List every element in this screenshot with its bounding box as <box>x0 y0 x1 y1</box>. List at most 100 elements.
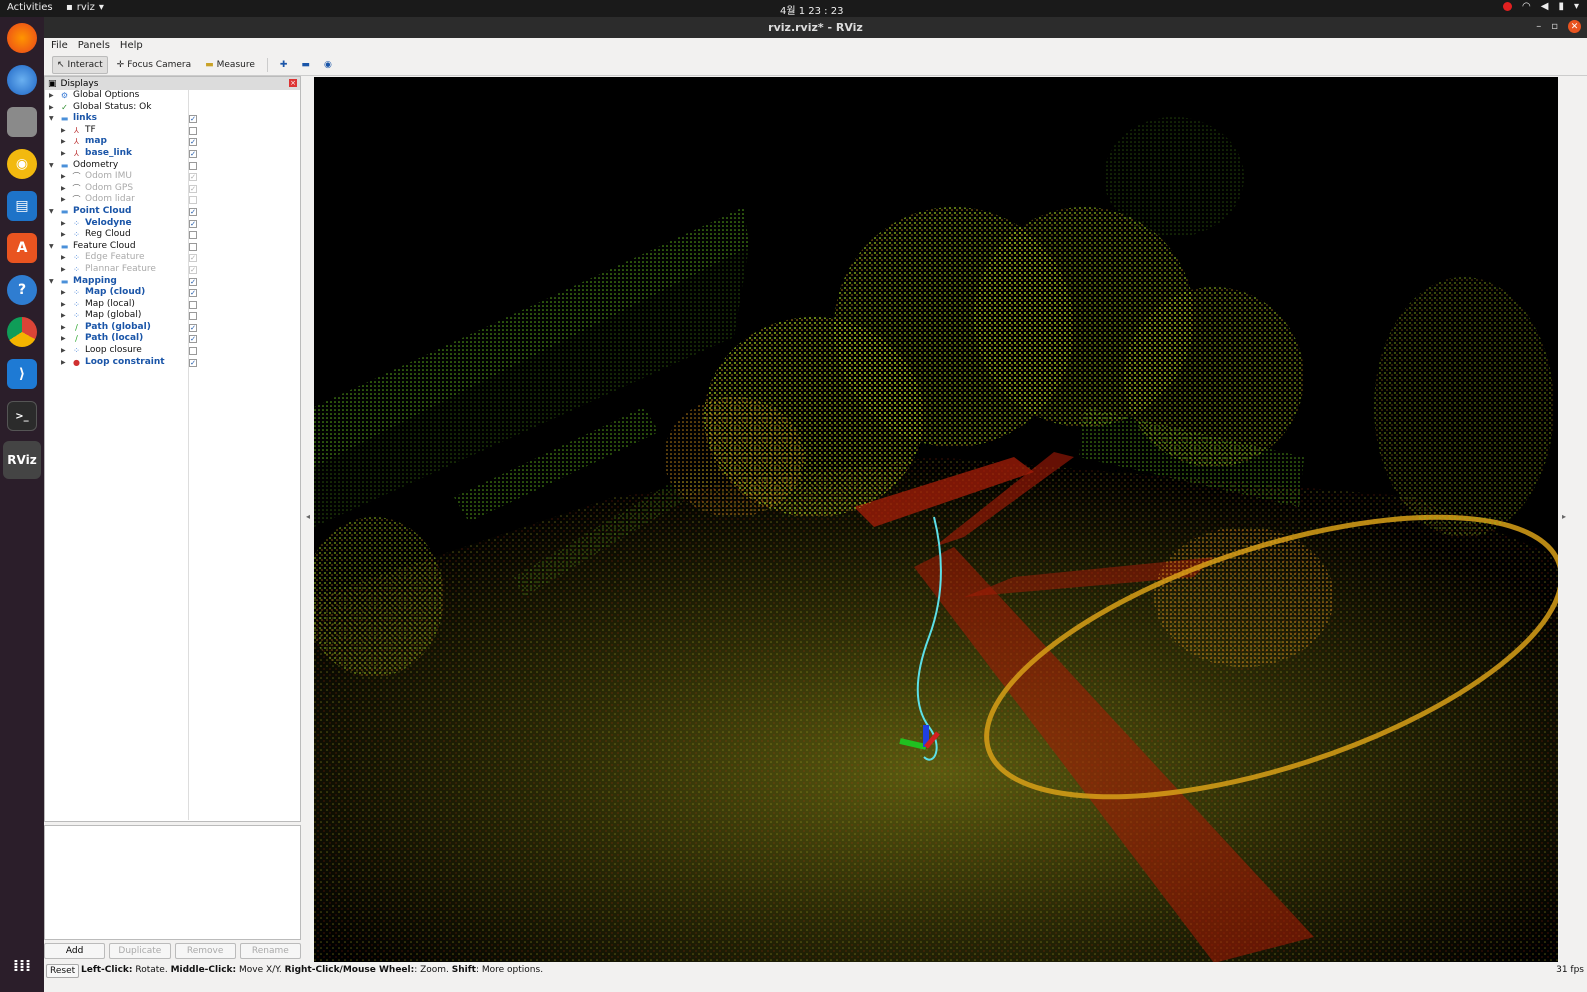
expand-right-icon[interactable]: ▶ <box>61 287 66 299</box>
close-icon[interactable]: ✕ <box>1568 20 1581 33</box>
expand-right-icon[interactable]: ▶ <box>61 333 66 345</box>
expand-down-icon[interactable]: ▼ <box>49 160 54 172</box>
menu-help[interactable]: Help <box>120 40 143 54</box>
display-item[interactable]: ▶ ⁘ Plannar Feature ✓ <box>45 264 300 276</box>
display-item[interactable]: ▶ ✓ Global Status: Ok <box>45 102 300 114</box>
collapse-right-handle[interactable]: ▸ <box>1562 512 1566 521</box>
display-enable-checkbox[interactable]: ✓ <box>189 219 197 228</box>
expand-down-icon[interactable]: ▼ <box>49 241 54 253</box>
display-enable-checkbox[interactable]: ✓ <box>189 323 197 332</box>
expand-right-icon[interactable]: ▶ <box>61 357 66 369</box>
focus-camera-tool-button[interactable]: ✛ Focus Camera <box>112 56 196 74</box>
display-enable-checkbox[interactable] <box>189 161 197 170</box>
display-item[interactable]: ▶ ∕ Path (global) ✓ <box>45 322 300 334</box>
remove-tool-button[interactable]: ▬ <box>296 56 315 74</box>
show-apps-icon[interactable]: ⁞⁞⁞ <box>7 950 37 980</box>
maximize-icon[interactable]: ▫ <box>1551 21 1558 32</box>
display-enable-checkbox[interactable]: ✓ <box>189 277 197 286</box>
measure-tool-button[interactable]: ▬ Measure <box>200 56 260 74</box>
display-item[interactable]: ▶ ⚙ Global Options <box>45 90 300 102</box>
display-enable-checkbox[interactable] <box>189 312 197 321</box>
displays-tree[interactable]: ▶ ⚙ Global Options ▶ ✓ Global Status: Ok ▼ ▬ lin… <box>45 90 300 368</box>
display-enable-checkbox[interactable]: ✓ <box>189 138 197 147</box>
display-item[interactable]: ▶ ⌒ Odom GPS ✓ <box>45 183 300 195</box>
display-enable-checkbox[interactable] <box>189 196 197 205</box>
camera-type-button[interactable]: ◉ <box>319 56 337 74</box>
firefox-icon[interactable] <box>7 23 37 53</box>
software-icon[interactable]: A <box>7 233 37 263</box>
add-button[interactable]: Add <box>44 943 106 959</box>
display-enable-checkbox[interactable]: ✓ <box>189 149 197 158</box>
display-item[interactable]: ▶ ⁘ Reg Cloud <box>45 229 300 241</box>
minimize-icon[interactable]: – <box>1536 21 1541 32</box>
display-item[interactable]: ▶ ● Loop constraint ✓ <box>45 357 300 369</box>
expand-right-icon[interactable]: ▶ <box>61 183 66 195</box>
close-icon[interactable]: × <box>289 79 297 87</box>
expand-down-icon[interactable]: ▼ <box>49 276 54 288</box>
add-tool-button[interactable]: ✚ <box>275 56 293 74</box>
expand-right-icon[interactable]: ▶ <box>61 218 66 230</box>
expand-right-icon[interactable]: ▶ <box>61 322 66 334</box>
chrome-icon[interactable] <box>7 317 37 347</box>
display-item[interactable]: ▶ ⁘ Map (local) <box>45 299 300 311</box>
help-icon[interactable]: ? <box>7 275 37 305</box>
display-item[interactable]: ▶ ⅄ base_link ✓ <box>45 148 300 160</box>
display-item[interactable]: ▼ ▬ Odometry <box>45 160 300 172</box>
expand-right-icon[interactable]: ▶ <box>61 194 66 206</box>
display-enable-checkbox[interactable]: ✓ <box>189 254 197 263</box>
display-item[interactable]: ▶ ⌒ Odom IMU ✓ <box>45 171 300 183</box>
expand-right-icon[interactable]: ▶ <box>49 102 54 114</box>
expand-down-icon[interactable]: ▼ <box>49 113 54 125</box>
display-enable-checkbox[interactable] <box>189 347 197 356</box>
display-enable-checkbox[interactable]: ✓ <box>189 289 197 298</box>
activities-button[interactable]: Activities <box>7 2 53 13</box>
duplicate-button[interactable]: Duplicate <box>109 943 171 959</box>
3d-viewport[interactable] <box>314 77 1558 963</box>
display-enable-checkbox[interactable]: ✓ <box>189 115 197 124</box>
display-enable-checkbox[interactable]: ✓ <box>189 335 197 344</box>
app-menu[interactable]: ▪ rviz ▾ <box>66 2 104 13</box>
reset-button[interactable]: Reset <box>46 964 80 978</box>
system-tray[interactable]: ◠ ◀ ▮ ▾ <box>1503 1 1579 12</box>
writer-icon[interactable]: ▤ <box>7 191 37 221</box>
menu-panels[interactable]: Panels <box>78 40 110 54</box>
display-enable-checkbox[interactable]: ✓ <box>189 207 197 216</box>
vscode-icon[interactable]: ⟩ <box>7 359 37 389</box>
display-item[interactable]: ▼ ▬ Feature Cloud <box>45 241 300 253</box>
display-enable-checkbox[interactable] <box>189 242 197 251</box>
display-item[interactable]: ▼ ▬ links ✓ <box>45 113 300 125</box>
files-icon[interactable] <box>7 107 37 137</box>
display-enable-checkbox[interactable]: ✓ <box>189 173 197 182</box>
expand-right-icon[interactable]: ▶ <box>61 252 66 264</box>
display-item[interactable]: ▶ ∕ Path (local) ✓ <box>45 333 300 345</box>
expand-right-icon[interactable]: ▶ <box>61 229 66 241</box>
rename-button[interactable]: Rename <box>239 943 301 959</box>
menu-file[interactable]: File <box>51 40 68 54</box>
expand-right-icon[interactable]: ▶ <box>61 148 66 160</box>
display-item[interactable]: ▼ ▬ Point Cloud ✓ <box>45 206 300 218</box>
interact-tool-button[interactable]: ↖ Interact <box>52 55 108 74</box>
terminal-icon[interactable]: >_ <box>7 401 37 431</box>
title-bar[interactable]: rviz.rviz* - RViz – ▫ ✕ <box>44 17 1587 38</box>
expand-right-icon[interactable]: ▶ <box>61 125 66 137</box>
expand-right-icon[interactable]: ▶ <box>61 171 66 183</box>
display-item[interactable]: ▶ ⁘ Velodyne ✓ <box>45 218 300 230</box>
clock[interactable]: 4월 1 23 : 23 <box>780 2 843 17</box>
display-item[interactable]: ▶ ⁘ Loop closure <box>45 345 300 357</box>
display-item[interactable]: ▶ ⌒ Odom lidar <box>45 194 300 206</box>
display-item[interactable]: ▶ ⁘ Map (global) <box>45 310 300 322</box>
properties-panel[interactable] <box>44 825 301 940</box>
display-item[interactable]: ▶ ⅄ TF <box>45 125 300 137</box>
thunderbird-icon[interactable] <box>7 65 37 95</box>
expand-down-icon[interactable]: ▼ <box>49 206 54 218</box>
rviz-icon[interactable]: RViz <box>3 441 41 479</box>
expand-right-icon[interactable]: ▶ <box>49 90 54 102</box>
display-item[interactable]: ▶ ⁘ Map (cloud) ✓ <box>45 287 300 299</box>
display-enable-checkbox[interactable]: ✓ <box>189 358 197 367</box>
rhythmbox-icon[interactable]: ◉ <box>7 149 37 179</box>
collapse-left-handle[interactable]: ◂ <box>306 512 310 521</box>
display-item[interactable]: ▶ ⁘ Edge Feature ✓ <box>45 252 300 264</box>
expand-right-icon[interactable]: ▶ <box>61 264 66 276</box>
display-enable-checkbox[interactable] <box>189 126 197 135</box>
expand-right-icon[interactable]: ▶ <box>61 345 66 357</box>
